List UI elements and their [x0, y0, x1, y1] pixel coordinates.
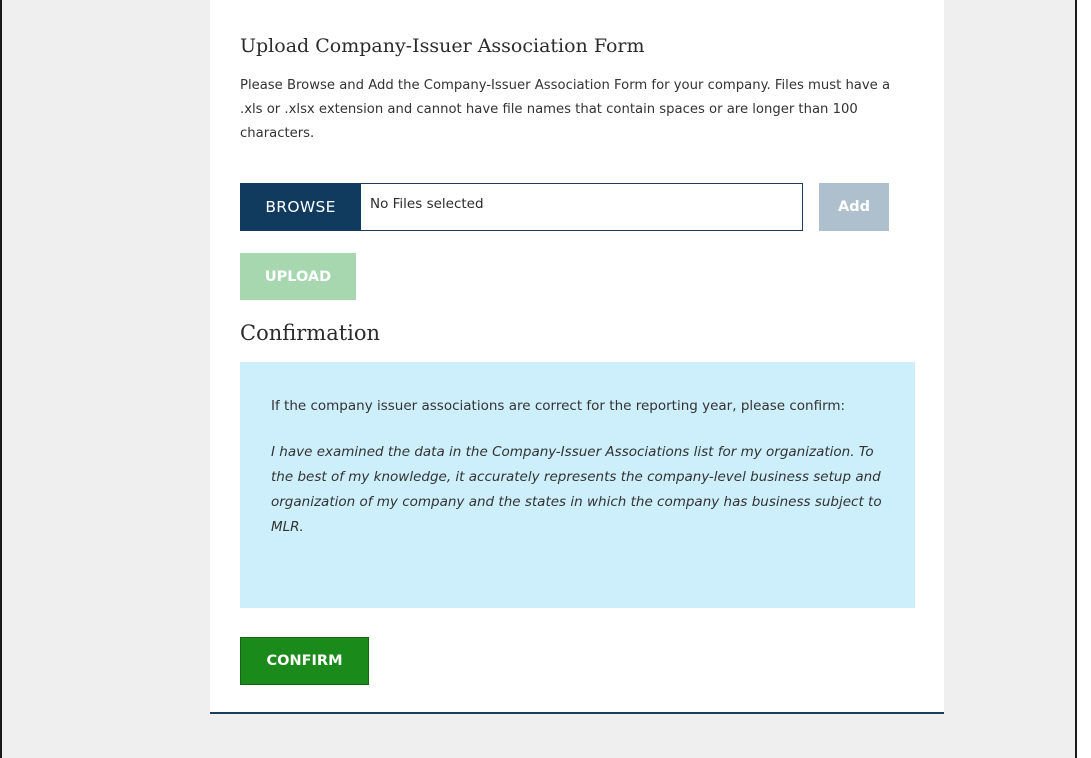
form-card: Upload Company-Issuer Association Form P…	[210, 0, 944, 714]
upload-button[interactable]: UPLOAD	[240, 253, 356, 300]
confirmation-info-box: If the company issuer associations are c…	[240, 362, 915, 608]
confirmation-prompt: If the company issuer associations are c…	[271, 398, 846, 414]
file-picker: BROWSE No Files selected Add	[240, 183, 890, 231]
selected-file-field[interactable]: No Files selected	[361, 183, 803, 231]
upload-instructions: Please Browse and Add the Company-Issuer…	[240, 78, 891, 141]
confirmation-section-title: Confirmation	[240, 321, 381, 345]
confirmation-statement: I have examined the data in the Company-…	[271, 444, 882, 535]
file-status-text: No Files selected	[370, 196, 484, 212]
upload-section-title: Upload Company-Issuer Association Form	[240, 35, 645, 57]
add-button[interactable]: Add	[819, 183, 889, 231]
browse-button[interactable]: BROWSE	[240, 183, 361, 231]
page-viewport: Upload Company-Issuer Association Form P…	[0, 0, 1077, 758]
confirm-button[interactable]: CONFIRM	[240, 637, 369, 685]
